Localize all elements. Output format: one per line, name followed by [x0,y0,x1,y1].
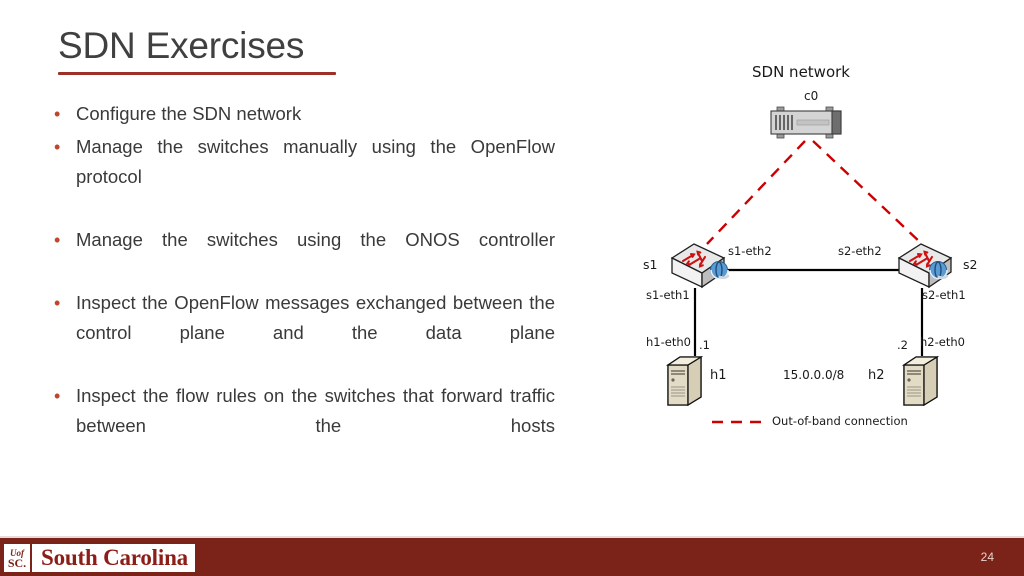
list-item: • Inspect the flow rules on the switches… [47,381,555,471]
title-block: SDN Exercises [58,24,488,75]
list-item-text: Configure the SDN network [76,103,302,124]
page-number: 24 [980,550,994,564]
bullet-marker-icon: • [54,137,61,157]
page-title: SDN Exercises [58,25,305,66]
host-icon-h2 [900,353,940,408]
interface-icon-s1-eth2 [708,260,730,282]
port-label-s1-eth1: s1-eth1 [646,288,690,302]
list-item: • Manage the switches manually using the… [47,132,555,222]
slide-canvas: SDN Exercises • Configure the SDN networ… [0,0,1024,576]
list-item: • Manage the switches using the ONOS con… [47,225,555,285]
title-underline-rule [58,72,336,75]
diagram-title: SDN network [752,63,850,81]
legend-label: Out-of-band connection [772,414,908,428]
port-label-s2-eth1: s2-eth1 [922,288,966,302]
subnet-label: 15.0.0.0/8 [783,368,845,382]
university-logo: Uof SC. South Carolina [4,544,195,572]
footer-bar: Uof SC. South Carolina 24 [0,536,1024,576]
host-label-h2: h2 [868,368,885,383]
list-item: • Inspect the OpenFlow messages exchange… [47,288,555,378]
uofsc-monogram-icon: Uof SC. [4,544,32,572]
switch-label-s1: s1 [643,257,658,272]
sdn-network-diagram: SDN network c0 s1 s2 s1-eth2 s2-eth2 s1-… [600,48,1024,448]
controller-label: c0 [804,89,819,103]
port-label-s1-eth2: s1-eth2 [728,244,772,258]
logo-wordmark: South Carolina [32,544,195,572]
bullet-marker-icon: • [54,293,61,313]
list-item-text: Manage the switches manually using the O… [76,136,555,187]
interface-icon-s2 [927,260,949,282]
bullet-list: • Configure the SDN network • Manage the… [47,99,555,474]
bullet-marker-icon: • [54,386,61,406]
bullet-marker-icon: • [54,104,61,124]
bullet-marker-icon: • [54,230,61,250]
ip-suffix-h2: .2 [897,338,908,352]
controller-icon [768,106,850,140]
list-item-text: Inspect the flow rules on the switches t… [76,385,555,436]
ip-suffix-h1: .1 [699,338,710,352]
switch-label-s2: s2 [963,257,978,272]
host-label-h1: h1 [710,368,727,383]
logo-line-2: SC. [7,556,27,570]
list-item-text: Inspect the OpenFlow messages exchanged … [76,292,555,343]
list-item-text: Manage the switches using the ONOS contr… [76,229,555,250]
control-link-c0-s2 [812,140,923,245]
port-label-h2-eth0: h2-eth0 [920,335,965,349]
host-icon-h1 [664,353,704,408]
port-label-s2-eth2: s2-eth2 [838,244,882,258]
list-item: • Configure the SDN network [47,99,555,129]
control-link-c0-s1 [706,140,806,245]
port-label-h1-eth0: h1-eth0 [646,335,691,349]
